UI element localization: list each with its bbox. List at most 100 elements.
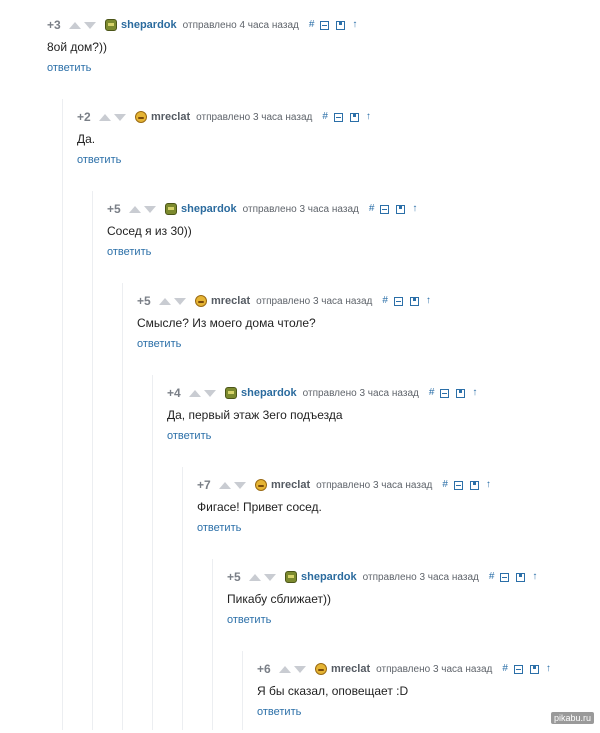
vote-down-icon[interactable] (114, 113, 126, 121)
reply-link[interactable]: ответить (167, 430, 211, 442)
permalink-icon[interactable]: # (442, 480, 448, 490)
vote-down-icon[interactable] (234, 481, 246, 489)
permalink-icon[interactable]: # (502, 664, 508, 674)
avatar[interactable] (195, 295, 207, 307)
permalink-icon[interactable]: # (429, 388, 435, 398)
reply-link[interactable]: ответить (107, 246, 151, 258)
save-icon[interactable] (516, 572, 526, 582)
vote-down-icon[interactable] (84, 21, 96, 29)
save-icon[interactable] (396, 204, 406, 214)
thread-indent-line (212, 559, 213, 730)
comment-rating: +6 (257, 662, 271, 676)
comment-rating: +5 (227, 570, 241, 584)
parent-arrow-icon[interactable]: ↑ (486, 480, 491, 490)
collapse-icon[interactable] (513, 664, 523, 674)
vote-down-icon[interactable] (264, 573, 276, 581)
thread-indent-line (92, 191, 93, 730)
vote-down-icon[interactable] (294, 665, 306, 673)
vote-up-icon[interactable] (249, 573, 261, 581)
comment-author[interactable]: mreclat (271, 479, 310, 491)
thread-indent-line (152, 375, 153, 730)
thread-indent-line (182, 467, 183, 730)
parent-arrow-icon[interactable]: ↑ (366, 112, 371, 122)
avatar[interactable] (315, 663, 327, 675)
parent-arrow-icon[interactable]: ↑ (532, 572, 537, 582)
parent-arrow-icon[interactable]: ↑ (412, 204, 417, 214)
permalink-icon[interactable]: # (382, 296, 388, 306)
comment-text: Да, первый этаж 3его подъезда (167, 408, 343, 422)
permalink-icon[interactable]: # (489, 572, 495, 582)
parent-arrow-icon[interactable]: ↑ (546, 664, 551, 674)
comment-author[interactable]: shepardok (121, 19, 177, 31)
comment-timestamp: отправлено 3 часа назад (196, 111, 313, 123)
comment-timestamp: отправлено 3 часа назад (302, 387, 419, 399)
avatar[interactable] (165, 203, 177, 215)
comment-rating: +7 (197, 478, 211, 492)
save-icon[interactable] (469, 480, 479, 490)
vote-up-icon[interactable] (69, 21, 81, 29)
collapse-icon[interactable] (393, 296, 403, 306)
vote-up-icon[interactable] (129, 205, 141, 213)
comment-author[interactable]: mreclat (211, 295, 250, 307)
comment-author[interactable]: shepardok (181, 203, 237, 215)
avatar[interactable] (285, 571, 297, 583)
reply-link[interactable]: ответить (77, 154, 121, 166)
save-icon[interactable] (336, 20, 346, 30)
parent-arrow-icon[interactable]: ↑ (426, 296, 431, 306)
comment-rating: +2 (77, 110, 91, 124)
vote-up-icon[interactable] (189, 389, 201, 397)
comment-rating: +4 (167, 386, 181, 400)
comment-rating: +5 (107, 202, 121, 216)
collapse-icon[interactable] (440, 388, 450, 398)
avatar[interactable] (135, 111, 147, 123)
comment-author[interactable]: shepardok (301, 571, 357, 583)
avatar[interactable] (225, 387, 237, 399)
vote-down-icon[interactable] (204, 389, 216, 397)
vote-up-icon[interactable] (159, 297, 171, 305)
comment-timestamp: отправлено 3 часа назад (376, 663, 493, 675)
comment-author[interactable]: mreclat (151, 111, 190, 123)
avatar[interactable] (255, 479, 267, 491)
save-icon[interactable] (409, 296, 419, 306)
comment-author[interactable]: mreclat (331, 663, 370, 675)
collapse-icon[interactable] (380, 204, 390, 214)
comment-header: +2 mreclat отправлено 3 часа назад # ↑ (77, 109, 377, 125)
collapse-icon[interactable] (320, 20, 330, 30)
save-icon[interactable] (456, 388, 466, 398)
avatar[interactable] (105, 19, 117, 31)
parent-arrow-icon[interactable]: ↑ (472, 388, 477, 398)
comment-text: Пикабу сближает)) (227, 592, 331, 606)
reply-link[interactable]: ответить (257, 706, 301, 718)
reply-link[interactable]: ответить (227, 614, 271, 626)
reply-link[interactable]: ответить (197, 522, 241, 534)
reply-link[interactable]: ответить (47, 62, 91, 74)
reply-link[interactable]: ответить (137, 338, 181, 350)
comment-timestamp: отправлено 3 часа назад (362, 571, 479, 583)
comment-header: +5 mreclat отправлено 3 часа назад # ↑ (137, 293, 437, 309)
comment-rating: +5 (137, 294, 151, 308)
vote-down-icon[interactable] (174, 297, 186, 305)
comment-rating: +3 (47, 18, 61, 32)
comment-text: Фигасе! Привет сосед. (197, 500, 322, 514)
comment-text: Да. (77, 132, 96, 146)
collapse-icon[interactable] (453, 480, 463, 490)
thread-indent-line (242, 651, 243, 730)
parent-arrow-icon[interactable]: ↑ (352, 20, 357, 30)
comment-header: +5 shepardok отправлено 3 часа назад # ↑ (107, 201, 423, 217)
comment-timestamp: отправлено 4 часа назад (182, 19, 299, 31)
save-icon[interactable] (529, 664, 539, 674)
comment-text: Смысле? Из моего дома чтоле? (137, 316, 316, 330)
permalink-icon[interactable]: # (309, 20, 315, 30)
save-icon[interactable] (349, 112, 359, 122)
permalink-icon[interactable]: # (322, 112, 328, 122)
vote-up-icon[interactable] (219, 481, 231, 489)
vote-down-icon[interactable] (144, 205, 156, 213)
vote-up-icon[interactable] (99, 113, 111, 121)
comment-header: +7 mreclat отправлено 3 часа назад # ↑ (197, 477, 497, 493)
permalink-icon[interactable]: # (369, 204, 375, 214)
comment-text: 8ой дом?)) (47, 40, 107, 54)
collapse-icon[interactable] (500, 572, 510, 582)
comment-author[interactable]: shepardok (241, 387, 297, 399)
vote-up-icon[interactable] (279, 665, 291, 673)
collapse-icon[interactable] (333, 112, 343, 122)
